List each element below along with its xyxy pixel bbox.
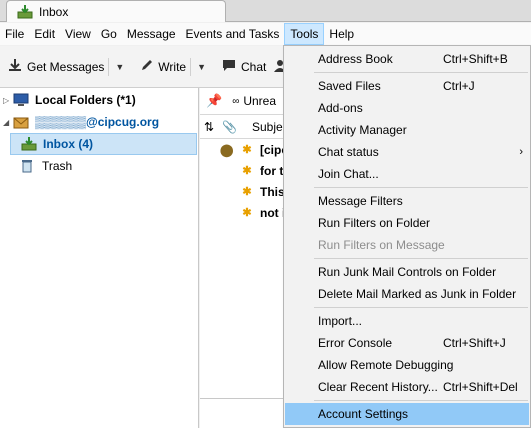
menu-item-delete-junk-mail[interactable]: Delete Mail Marked as Junk in Folder (285, 283, 529, 305)
menu-item-shortcut: Ctrl+Shift+J (443, 336, 506, 350)
menu-item-label: Activity Manager (318, 123, 407, 137)
menu-item-label: Chat status (318, 145, 379, 159)
menu-item-label: Message Filters (318, 194, 403, 208)
chat-bubble-icon (222, 59, 236, 75)
menu-separator (314, 258, 528, 259)
menu-item-add-ons[interactable]: Add-ons (285, 97, 529, 119)
menu-item-run-filters-on-message: Run Filters on Message (285, 234, 529, 256)
menu-file[interactable]: File (0, 23, 29, 45)
thread-column-icon[interactable]: ⇅ (204, 120, 222, 134)
folder-inbox[interactable]: Inbox (4) (10, 133, 197, 155)
menu-item-account-settings[interactable]: Account Settings (285, 403, 529, 425)
chat-button[interactable]: Chat (218, 54, 270, 80)
menu-item-label: Add-ons (318, 101, 363, 115)
folder-label: Trash (42, 159, 73, 173)
star-icon[interactable]: ✱ (240, 164, 254, 177)
write-button[interactable]: Write (136, 54, 190, 80)
subject-column-header[interactable]: Subje (252, 120, 283, 134)
download-icon (8, 58, 22, 75)
inbox-icon (21, 137, 37, 151)
tab-title: Inbox (39, 4, 69, 19)
folder-label: Local Folders (*1) (35, 93, 136, 107)
menu-go[interactable]: Go (96, 23, 122, 45)
get-messages-label: Get Messages (27, 59, 105, 74)
menu-item-label: Join Chat... (318, 167, 379, 181)
submenu-arrow-icon: › (519, 146, 523, 158)
menu-item-label: Clear Recent History... (318, 380, 438, 394)
menu-separator (314, 307, 528, 308)
get-messages-button[interactable]: Get Messages (4, 54, 108, 80)
menu-item-activity-manager[interactable]: Activity Manager (285, 119, 529, 141)
menu-item-error-console[interactable]: Error Console Ctrl+Shift+J (285, 332, 529, 354)
menu-item-label: Run Filters on Folder (318, 216, 431, 230)
menu-view[interactable]: View (60, 23, 96, 45)
get-messages-dropdown-icon[interactable]: ▼ (108, 57, 130, 76)
tab-strip: Inbox (0, 0, 531, 22)
menu-edit[interactable]: Edit (29, 23, 60, 45)
menu-item-chat-status[interactable]: Chat status › (285, 141, 529, 163)
menu-item-join-chat[interactable]: Join Chat... (285, 163, 529, 185)
chat-label: Chat (241, 59, 267, 74)
folder-label: Inbox (4) (43, 137, 93, 151)
menu-item-import[interactable]: Import... (285, 310, 529, 332)
menu-item-label: Import... (318, 314, 363, 328)
menu-separator (314, 400, 528, 401)
write-dropdown-icon[interactable]: ▼ (190, 57, 212, 76)
glasses-icon: ∞ (232, 95, 240, 107)
menu-item-label: Allow Remote Debugging (318, 358, 454, 372)
menu-item-allow-remote-debugging[interactable]: Allow Remote Debugging (285, 354, 529, 376)
menu-item-run-junk-mail-controls[interactable]: Run Junk Mail Controls on Folder (285, 261, 529, 283)
menu-item-address-book[interactable]: Address Book Ctrl+Shift+B (285, 48, 529, 70)
menu-item-clear-recent-history[interactable]: Clear Recent History... Ctrl+Shift+Del (285, 376, 529, 398)
menu-item-label: Error Console (318, 336, 393, 350)
menu-item-saved-files[interactable]: Saved Files Ctrl+J (285, 75, 529, 97)
folder-trash[interactable]: Trash (10, 155, 198, 177)
write-label: Write (158, 59, 187, 74)
trash-icon (20, 159, 36, 173)
menu-separator (314, 72, 528, 73)
menu-item-run-filters-on-folder[interactable]: Run Filters on Folder (285, 212, 529, 234)
menu-events-and-tasks[interactable]: Events and Tasks (181, 23, 285, 45)
menu-item-label: Run Filters on Message (318, 238, 445, 252)
attachment-icon: ⬤ (220, 142, 234, 157)
folder-local-folders[interactable]: ▷ Local Folders (*1) (0, 89, 198, 111)
menu-item-shortcut: Ctrl+J (443, 79, 475, 93)
account-icon (13, 115, 29, 129)
computer-icon (13, 93, 29, 107)
account-label: ▒▒▒▒▒▒@cipcug.org (35, 115, 160, 129)
menu-item-shortcut: Ctrl+Shift+Del (443, 380, 518, 394)
tab-inbox[interactable]: Inbox (6, 0, 226, 22)
menu-item-label: Account Settings (318, 407, 409, 421)
menu-tools[interactable]: Tools (284, 23, 325, 45)
menu-separator (314, 187, 528, 188)
star-icon[interactable]: ✱ (240, 143, 254, 156)
attachment-column-icon[interactable]: 📎 (222, 120, 252, 134)
star-icon[interactable]: ✱ (240, 185, 254, 198)
pencil-icon (140, 59, 153, 75)
menu-item-label: Address Book (318, 52, 393, 66)
unread-filter-button[interactable]: Unrea (243, 94, 276, 108)
menu-item-label: Saved Files (318, 79, 381, 93)
menu-help[interactable]: Help (324, 23, 359, 45)
expand-icon[interactable]: ▷ (3, 96, 13, 105)
menu-item-shortcut: Ctrl+Shift+B (443, 52, 508, 66)
menu-item-message-filters[interactable]: Message Filters (285, 190, 529, 212)
menu-bar: File Edit View Go Message Events and Tas… (0, 23, 531, 45)
folder-pane: ▷ Local Folders (*1) ◢ ▒▒▒▒▒▒@cipcug.org… (0, 88, 199, 428)
inbox-icon (17, 4, 33, 19)
star-icon[interactable]: ✱ (240, 206, 254, 219)
menu-item-label: Delete Mail Marked as Junk in Folder (318, 287, 517, 301)
pin-icon[interactable]: 📌 (206, 93, 222, 109)
menu-message[interactable]: Message (122, 23, 181, 45)
folder-account[interactable]: ◢ ▒▒▒▒▒▒@cipcug.org (0, 111, 198, 133)
menu-item-label: Run Junk Mail Controls on Folder (318, 265, 497, 279)
tools-menu-popup: Address Book Ctrl+Shift+B Saved Files Ct… (283, 45, 531, 428)
collapse-icon[interactable]: ◢ (3, 118, 13, 127)
